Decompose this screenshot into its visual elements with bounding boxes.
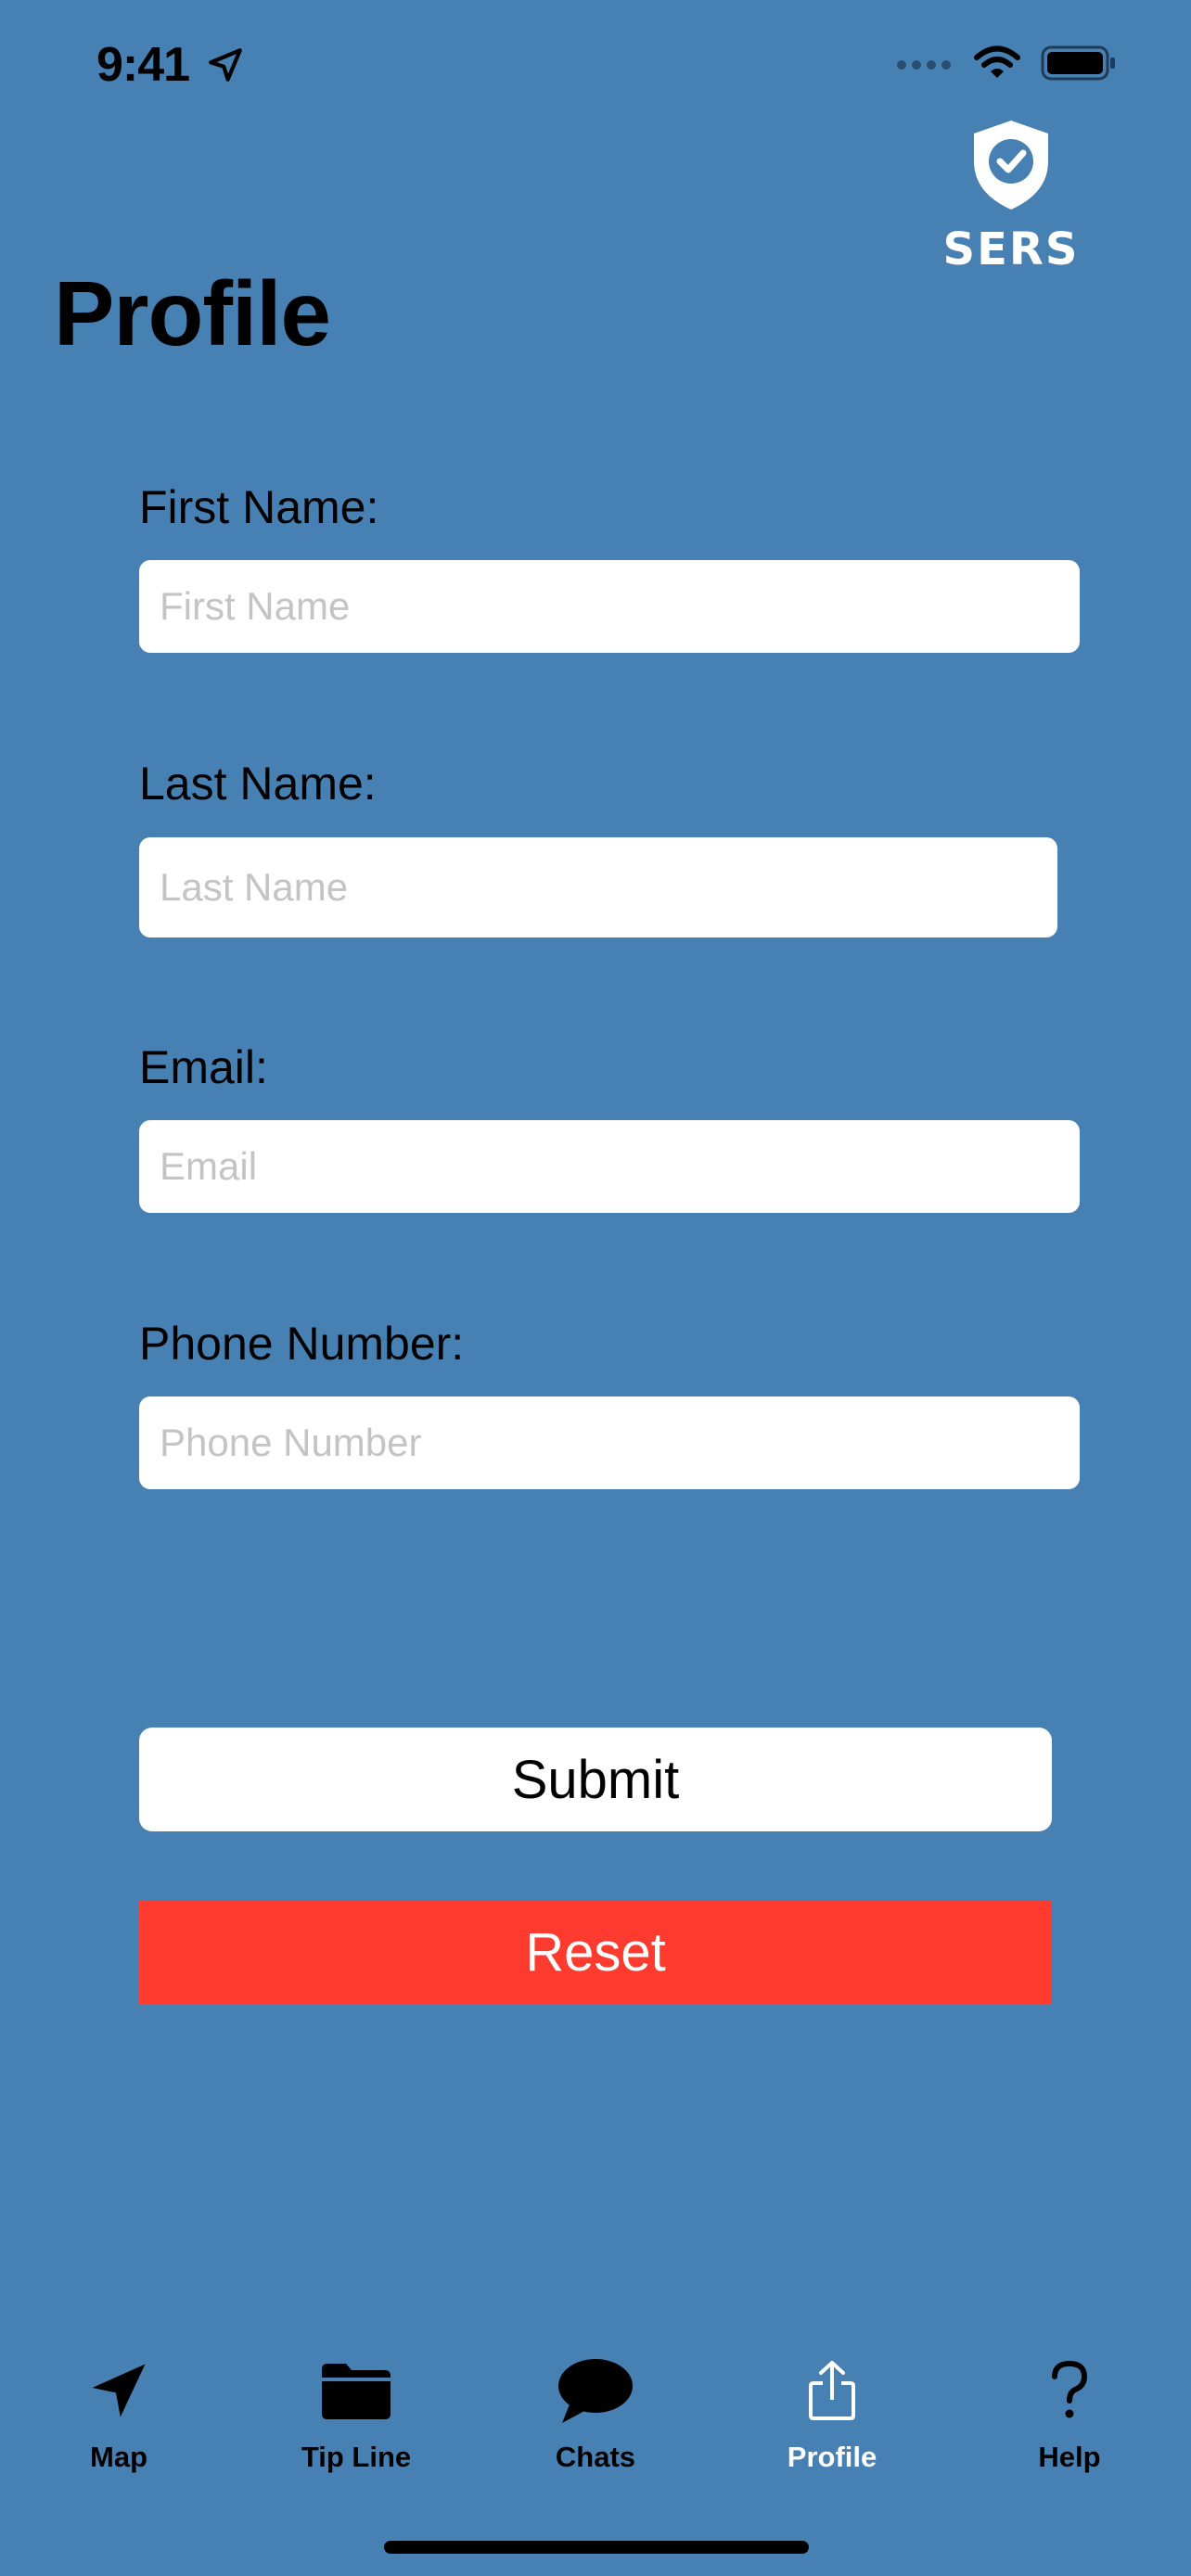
tab-help[interactable]: Help — [977, 2346, 1162, 2474]
phone-number-label: Phone Number: — [139, 1318, 465, 1370]
chat-bubble-icon — [558, 2359, 633, 2423]
email-label: Email: — [139, 1041, 268, 1093]
location-arrow-icon — [92, 2364, 146, 2417]
page-title: Profile — [54, 262, 331, 364]
tab-profile-label: Profile — [787, 2441, 877, 2473]
home-indicator — [384, 2541, 809, 2554]
cellular-signal-icon — [897, 60, 951, 70]
phone-number-input[interactable] — [139, 1396, 1080, 1489]
wifi-icon — [974, 45, 1020, 78]
first-name-label: First Name: — [139, 481, 379, 533]
status-time-text: 9:41 — [96, 38, 190, 92]
tab-chats[interactable]: Chats — [503, 2346, 688, 2474]
share-icon — [809, 2361, 855, 2420]
tab-help-label: Help — [1038, 2441, 1101, 2473]
shield-check-icon — [974, 121, 1048, 210]
battery-icon — [1041, 45, 1115, 81]
status-indicators — [896, 45, 1117, 82]
last-name-label: Last Name: — [139, 758, 377, 810]
first-name-input[interactable] — [139, 560, 1080, 653]
question-mark-icon — [1052, 2360, 1088, 2418]
submit-button[interactable]: Submit — [139, 1728, 1052, 1831]
status-time: 9:41 — [96, 37, 245, 93]
tab-bar: Map Tip Line Chats Profile Help — [0, 2346, 1191, 2494]
folder-icon — [322, 2364, 391, 2419]
tab-map-label: Map — [90, 2441, 147, 2473]
last-name-input[interactable] — [139, 837, 1057, 937]
reset-button[interactable]: Reset — [139, 1900, 1052, 2004]
tab-tip-line[interactable]: Tip Line — [263, 2346, 449, 2474]
logo-text: SERS — [942, 223, 1080, 275]
tab-profile[interactable]: Profile — [739, 2346, 925, 2474]
tab-tip-line-label: Tip Line — [301, 2441, 412, 2473]
sers-logo: SERS — [918, 117, 1104, 302]
email-input[interactable] — [139, 1120, 1080, 1213]
tab-map[interactable]: Map — [26, 2346, 211, 2474]
tab-chats-label: Chats — [555, 2441, 636, 2473]
location-services-icon — [208, 48, 242, 82]
